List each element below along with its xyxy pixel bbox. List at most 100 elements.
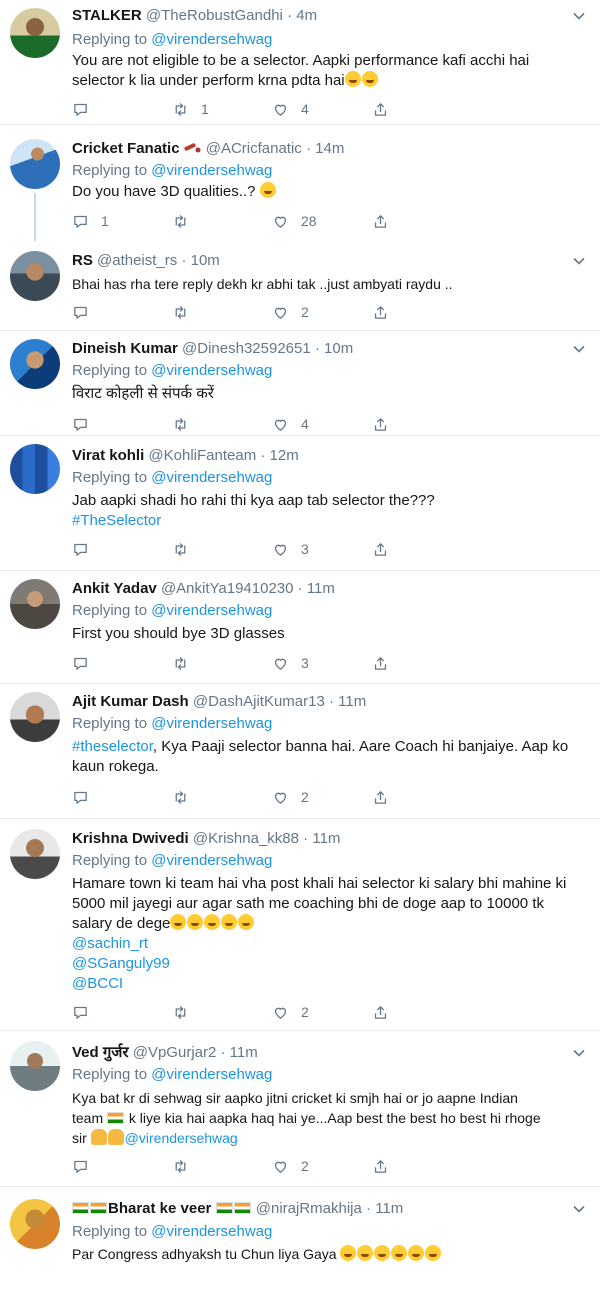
like-button[interactable]: 2 <box>272 787 309 807</box>
timestamp[interactable]: 11m <box>307 580 335 597</box>
reply-button[interactable] <box>72 1002 101 1022</box>
tweet-ved-gurjar[interactable]: Ved गुर्जर @VpGurjar2 · 11m Replying to … <box>0 1031 600 1186</box>
display-name[interactable]: STALKER <box>72 7 142 24</box>
share-button[interactable] <box>372 539 389 559</box>
display-name[interactable]: Krishna Dwivedi <box>72 830 189 847</box>
like-button[interactable]: 4 <box>272 414 309 432</box>
avatar[interactable] <box>10 829 60 879</box>
timestamp[interactable]: 14m <box>315 140 344 157</box>
tweet-bharat-ke-veer[interactable]: Bharat ke veer @nirajRmakhija · 11m Repl… <box>0 1187 600 1290</box>
share-button[interactable] <box>372 302 389 322</box>
timestamp[interactable]: 11m <box>375 1200 403 1217</box>
like-button[interactable]: 2 <box>272 1002 309 1022</box>
avatar[interactable] <box>10 579 60 629</box>
tweet-ankit-yadav[interactable]: Ankit Yadav @AnkitYa19410230 · 11m Reply… <box>0 571 600 683</box>
display-name[interactable]: Virat kohli <box>72 447 144 464</box>
hashtag-link[interactable]: #TheSelector <box>72 511 582 531</box>
user-handle[interactable]: @DashAjitKumar13 <box>193 693 325 710</box>
share-button[interactable] <box>372 653 389 673</box>
retweet-button[interactable]: 1 <box>172 99 209 119</box>
tweet-dineish-kumar[interactable]: Dineish Kumar @Dinesh32592651 · 10m Repl… <box>0 331 600 435</box>
display-name[interactable]: RS <box>72 252 93 269</box>
tweet-virat-kohli[interactable]: Virat kohli @KohliFanteam · 12m Replying… <box>0 436 600 570</box>
timestamp[interactable]: 11m <box>338 693 366 710</box>
hashtag-link[interactable]: #theselector <box>72 738 153 755</box>
timestamp[interactable]: 10m <box>191 252 220 269</box>
share-button[interactable] <box>372 787 389 807</box>
timestamp[interactable]: 11m <box>230 1044 258 1061</box>
share-button[interactable] <box>372 211 389 231</box>
like-button[interactable]: 28 <box>272 211 317 231</box>
user-handle[interactable]: @Krishna_kk88 <box>193 830 299 847</box>
avatar[interactable] <box>10 444 60 494</box>
retweet-button[interactable] <box>172 787 201 807</box>
replying-to-link[interactable]: @virendersehwag <box>151 31 272 48</box>
display-name[interactable]: Ankit Yadav <box>72 580 157 597</box>
mention-link[interactable]: @virendersehwag <box>125 1130 238 1146</box>
reply-button[interactable]: 1 <box>72 211 109 231</box>
like-button[interactable]: 2 <box>272 1156 309 1176</box>
replying-to-link[interactable]: @virendersehwag <box>151 602 272 619</box>
reply-button[interactable] <box>72 539 101 559</box>
avatar[interactable] <box>10 692 60 742</box>
user-handle[interactable]: @TheRobustGandhi <box>146 7 283 24</box>
caret-down-icon[interactable] <box>572 1202 586 1216</box>
share-button[interactable] <box>372 414 389 432</box>
reply-button[interactable] <box>72 302 101 322</box>
caret-down-icon[interactable] <box>572 1046 586 1060</box>
like-button[interactable]: 4 <box>272 99 309 119</box>
tweet-krishna-dwivedi[interactable]: Krishna Dwivedi @Krishna_kk88 · 11m Repl… <box>0 819 600 1030</box>
replying-to-link[interactable]: @virendersehwag <box>151 469 272 486</box>
like-button[interactable]: 3 <box>272 653 309 673</box>
share-button[interactable] <box>372 1156 389 1176</box>
tweet-stalker[interactable]: STALKER @TheRobustGandhi · 4m Replying t… <box>0 0 600 124</box>
display-name[interactable]: Ajit Kumar Dash <box>72 693 189 710</box>
reply-button[interactable] <box>72 99 101 119</box>
reply-button[interactable] <box>72 787 101 807</box>
retweet-button[interactable] <box>172 539 201 559</box>
reply-button[interactable] <box>72 1156 101 1176</box>
display-name[interactable]: Ved गुर्जर <box>72 1044 129 1061</box>
avatar[interactable] <box>10 139 60 189</box>
like-button[interactable]: 2 <box>272 302 309 322</box>
timestamp[interactable]: 12m <box>270 447 299 464</box>
replying-to-link[interactable]: @virendersehwag <box>151 362 272 379</box>
caret-down-icon[interactable] <box>572 254 586 268</box>
display-name[interactable]: Cricket Fanatic <box>72 140 180 157</box>
replying-to-link[interactable]: @virendersehwag <box>151 1223 272 1240</box>
user-handle[interactable]: @AnkitYa19410230 <box>161 580 294 597</box>
user-handle[interactable]: @VpGurjar2 <box>133 1044 217 1061</box>
share-button[interactable] <box>372 99 389 119</box>
retweet-button[interactable] <box>172 302 201 322</box>
mention-link[interactable]: @SGanguly99 <box>72 954 582 974</box>
replying-to-link[interactable]: @virendersehwag <box>151 715 272 732</box>
avatar[interactable] <box>10 251 60 301</box>
mention-link[interactable]: @BCCI <box>72 974 582 994</box>
user-handle[interactable]: @nirajRmakhija <box>256 1200 362 1217</box>
reply-button[interactable] <box>72 653 101 673</box>
avatar[interactable] <box>10 1041 60 1091</box>
retweet-button[interactable] <box>172 1156 201 1176</box>
display-name[interactable]: Dineish Kumar <box>72 340 178 357</box>
timestamp[interactable]: 10m <box>324 340 353 357</box>
user-handle[interactable]: @atheist_rs <box>97 252 177 269</box>
retweet-button[interactable] <box>172 653 201 673</box>
user-handle[interactable]: @ACricfanatic <box>206 140 302 157</box>
mention-link[interactable]: @sachin_rt <box>72 934 582 954</box>
retweet-button[interactable] <box>172 211 201 231</box>
replying-to-link[interactable]: @virendersehwag <box>151 852 272 869</box>
tweet-ajit-kumar-dash[interactable]: Ajit Kumar Dash @DashAjitKumar13 · 11m R… <box>0 684 600 818</box>
user-handle[interactable]: @Dinesh32592651 <box>182 340 311 357</box>
retweet-button[interactable] <box>172 1002 201 1022</box>
tweet-rs[interactable]: RS @atheist_rs · 10m Bhai has rha tere r… <box>0 245 600 330</box>
user-handle[interactable]: @KohliFanteam <box>148 447 256 464</box>
like-button[interactable]: 3 <box>272 539 309 559</box>
timestamp[interactable]: 4m <box>296 7 317 24</box>
replying-to-link[interactable]: @virendersehwag <box>151 1066 272 1083</box>
avatar[interactable] <box>10 8 60 58</box>
display-name[interactable]: Bharat ke veer <box>108 1200 211 1217</box>
reply-button[interactable] <box>72 414 101 432</box>
replying-to-link[interactable]: @virendersehwag <box>151 162 272 179</box>
timestamp[interactable]: 11m <box>312 830 340 847</box>
retweet-button[interactable] <box>172 414 201 432</box>
